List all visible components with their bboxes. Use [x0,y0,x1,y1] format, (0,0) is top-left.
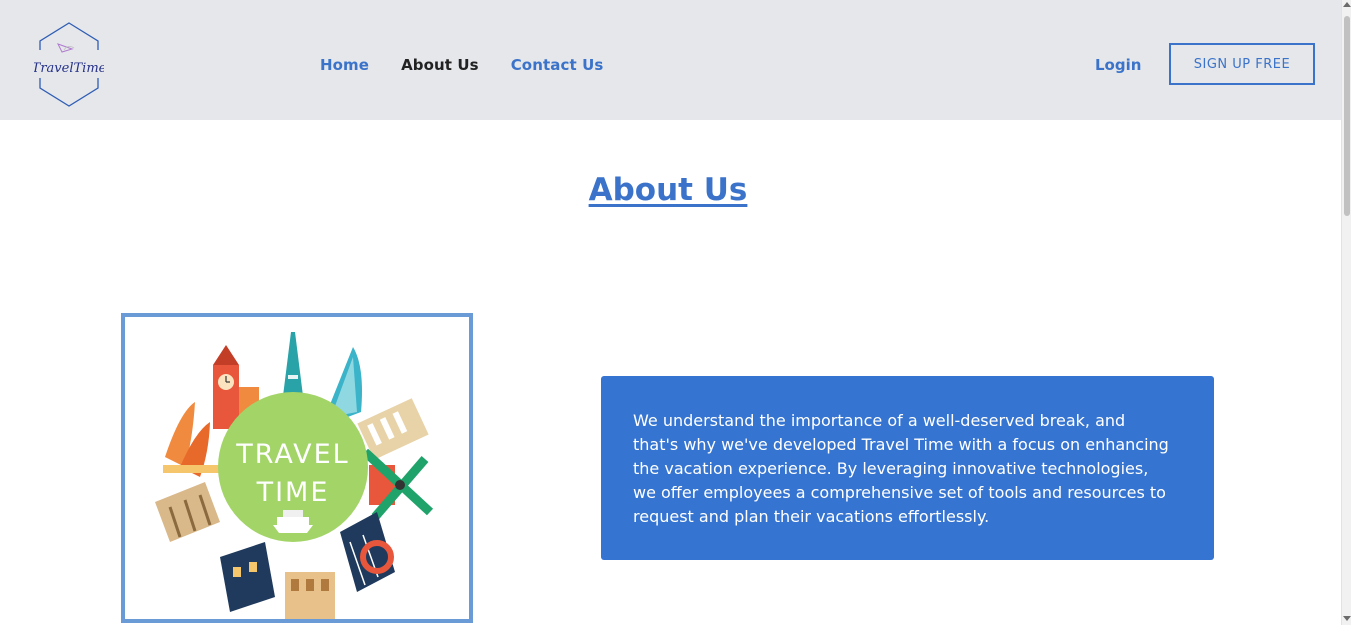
vertical-scrollbar[interactable] [1341,0,1351,625]
login-link[interactable]: Login [1095,56,1141,74]
temple-icon [155,482,220,542]
badge-text-line1: TRAVEL [235,439,349,470]
sign-up-free-button[interactable]: SIGN UP FREE [1169,43,1315,85]
page: TravelTime Home About Us Contact Us Logi… [0,0,1351,625]
about-description-text: We understand the importance of a well-d… [633,411,1169,526]
about-description-box: We understand the importance of a well-d… [601,376,1214,560]
page-title: About Us [588,172,748,208]
badge-text-line2: TIME [256,477,330,508]
logo-wordmark: TravelTime [34,61,104,76]
nav-home[interactable]: Home [320,56,369,74]
windmill-icon [361,448,434,520]
main-nav: Home About Us Contact Us [320,56,603,74]
travel-time-badge: TRAVEL TIME [218,392,368,542]
scroll-down-arrow-icon[interactable] [1343,616,1351,621]
travel-time-logo[interactable]: TravelTime [34,20,104,110]
travel-landmarks-illustration: TRAVEL TIME [155,332,434,619]
nav-about-us[interactable]: About Us [401,56,479,74]
nav-contact-us[interactable]: Contact Us [511,56,604,74]
page-title-wrapper: About Us [0,172,1336,208]
scroll-up-arrow-icon[interactable] [1343,2,1351,7]
site-header: TravelTime Home About Us Contact Us Logi… [0,0,1341,120]
scrollbar-thumb[interactable] [1344,16,1350,216]
travel-illustration: TRAVEL TIME [121,313,473,623]
logo-icon: TravelTime [34,22,104,107]
